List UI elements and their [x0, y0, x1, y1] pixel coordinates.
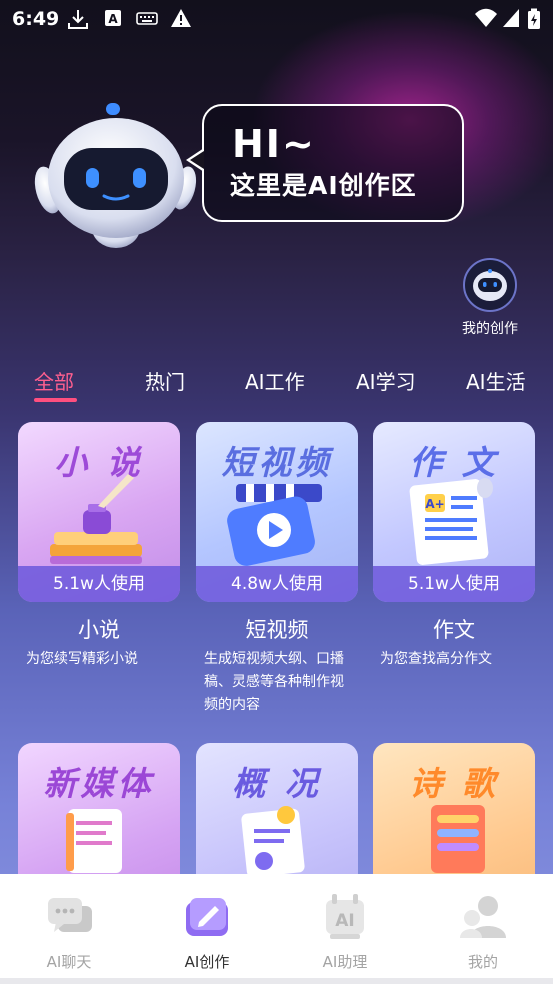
essay-name: 作文	[433, 618, 475, 642]
novel-illustration: 小 说 5.1w人使用	[18, 422, 180, 602]
nav-mine[interactable]: 我的	[414, 874, 552, 984]
signal-icon	[503, 9, 519, 27]
overview-art-title: 概 况	[232, 764, 322, 803]
tab-hot[interactable]: 热门	[145, 366, 185, 395]
active-tab-indicator	[34, 398, 77, 402]
keyboard-icon	[136, 12, 158, 25]
tab-ai-study[interactable]: AI学习	[356, 366, 416, 395]
create-icon	[186, 898, 228, 936]
warning-icon	[171, 9, 191, 27]
svg-text:AI: AI	[335, 911, 354, 931]
poetry-art-title: 诗 歌	[409, 764, 499, 803]
card-essay[interactable]: 作 文 A+ 5.1w人使用	[373, 422, 535, 602]
essay-illustration: 作 文 A+ 5.1w人使用	[373, 422, 535, 602]
status-bar: 6:49 A	[0, 0, 553, 36]
novel-name: 小说	[78, 618, 120, 642]
app-a-icon: A	[105, 10, 121, 26]
essay-desc: 为您查找高分作文	[380, 651, 492, 667]
new-media-art-title: 新媒体	[43, 764, 155, 803]
greeting-text: HI~	[232, 122, 316, 166]
wifi-icon	[475, 8, 497, 27]
short-video-usage-count: 4.8w人使用	[196, 566, 358, 602]
nav-ai-assistant-label: AI助理	[322, 953, 368, 971]
nav-ai-chat-label: AI聊天	[46, 953, 92, 971]
short-video-name: 短视频	[245, 618, 309, 642]
short-video-illustration: 短视频 4.8w人使用	[196, 422, 358, 602]
chat-icon	[48, 898, 92, 932]
tab-ai-work[interactable]: AI工作	[245, 366, 305, 395]
profile-icon	[460, 896, 506, 938]
battery-charging-icon	[528, 8, 540, 29]
nav-ai-create-label: AI创作	[184, 953, 230, 971]
nav-ai-create[interactable]: AI创作	[138, 874, 276, 984]
svg-text:A+: A+	[425, 497, 444, 511]
intro-text: 这里是AI创作区	[230, 171, 417, 200]
nav-ai-chat[interactable]: AI聊天	[0, 874, 138, 984]
nav-ai-assistant[interactable]: AI AI助理	[276, 874, 414, 984]
assistant-icon: AI	[326, 894, 364, 939]
card-novel[interactable]: 小 说 5.1w人使用	[18, 422, 180, 602]
novel-usage-count: 5.1w人使用	[18, 566, 180, 602]
tab-all[interactable]: 全部	[34, 366, 74, 395]
essay-usage-count: 5.1w人使用	[373, 566, 535, 602]
novel-desc: 为您续写精彩小说	[26, 651, 138, 667]
system-nav-bar	[0, 978, 553, 984]
my-creation-label: 我的创作	[462, 321, 518, 337]
bottom-navigation: AI聊天 AI创作 AI AI助理 我的	[0, 874, 553, 984]
robot-avatar-icon	[463, 258, 517, 312]
category-tabs: 全部 热门 AI工作 AI学习 AI生活	[0, 366, 553, 406]
status-time: 6:49	[12, 8, 60, 30]
download-icon	[68, 10, 88, 29]
svg-text:A: A	[108, 12, 118, 26]
bubble-tail-inner	[190, 151, 204, 169]
card-short-video[interactable]: 短视频 4.8w人使用	[196, 422, 358, 602]
my-creation-button[interactable]: 我的创作	[450, 258, 530, 338]
robot-mascot-illustration	[34, 103, 197, 248]
tab-ai-life[interactable]: AI生活	[466, 366, 526, 395]
short-video-desc: 生成短视频大纲、口播稿、灵感等各种制作视频的内容	[204, 651, 344, 713]
nav-mine-label: 我的	[467, 953, 498, 971]
